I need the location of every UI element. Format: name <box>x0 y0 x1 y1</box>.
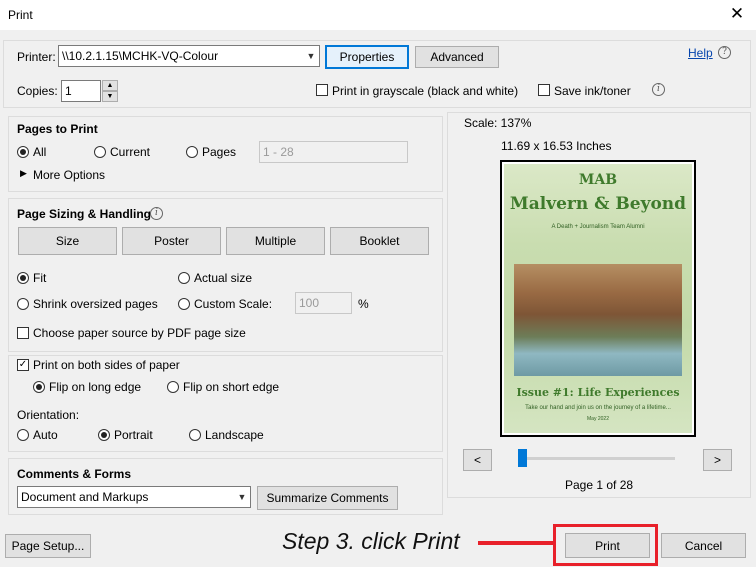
title-bar <box>0 0 756 30</box>
window-title: Print <box>8 8 33 22</box>
size-button[interactable]: Size <box>18 227 117 255</box>
page-indicator: Page 1 of 28 <box>565 478 634 492</box>
all-pages-label: All <box>33 145 47 159</box>
pages-range-input[interactable]: 1 - 28 <box>259 141 408 163</box>
actual-size-label: Actual size <box>194 271 253 285</box>
annotation-arrow-line <box>478 541 554 545</box>
cover-issue: Issue #1: Life Experiences <box>516 386 680 399</box>
comments-forms-heading: Comments & Forms <box>17 467 132 481</box>
step-annotation-text: Step 3. click Print <box>282 528 460 554</box>
flip-short-edge-label: Flip on short edge <box>183 380 280 394</box>
orientation-landscape-label: Landscape <box>205 428 264 442</box>
booklet-button[interactable]: Booklet <box>330 227 429 255</box>
actual-size-radio[interactable] <box>178 272 190 284</box>
properties-button[interactable]: Properties <box>325 45 409 69</box>
pages-range-label: Pages <box>202 145 237 159</box>
copies-label: Copies: <box>17 84 58 98</box>
pages-to-print-heading: Pages to Print <box>17 122 98 136</box>
orientation-label: Orientation: <box>17 408 80 422</box>
flip-long-edge-label: Flip on long edge <box>49 380 142 394</box>
copies-stepper-down[interactable]: ▼ <box>102 91 118 102</box>
custom-scale-label: Custom Scale: <box>194 297 273 311</box>
help-link[interactable]: Help <box>688 46 713 60</box>
chevron-down-icon: ▼ <box>237 492 247 502</box>
percent-label: % <box>358 297 369 311</box>
orientation-auto-radio[interactable] <box>17 429 29 441</box>
orientation-portrait-radio[interactable] <box>98 429 110 441</box>
fit-label: Fit <box>33 271 47 285</box>
orientation-portrait-label: Portrait <box>114 428 153 442</box>
save-ink-label: Save ink/toner <box>554 84 631 98</box>
page-slider-thumb[interactable] <box>518 449 527 467</box>
both-sides-label: Print on both sides of paper <box>33 358 180 372</box>
cover-subtitle: A Death + Journalism Team Alumni <box>551 224 645 230</box>
custom-scale-input[interactable]: 100 <box>295 292 352 314</box>
orientation-auto-label: Auto <box>33 428 58 442</box>
all-pages-radio[interactable] <box>17 146 29 158</box>
current-page-radio[interactable] <box>94 146 106 158</box>
cover-date: May 2022 <box>587 416 609 422</box>
summarize-comments-button[interactable]: Summarize Comments <box>257 486 398 510</box>
pages-range-radio[interactable] <box>186 146 198 158</box>
paper-source-label: Choose paper source by PDF page size <box>33 326 246 340</box>
comments-forms-value: Document and Markups <box>21 490 149 504</box>
copies-stepper-up[interactable]: ▲ <box>102 80 118 91</box>
cover-tagline: Take our hand and join us on the journey… <box>525 405 671 411</box>
prev-page-button[interactable]: < <box>463 449 492 471</box>
poster-button[interactable]: Poster <box>122 227 221 255</box>
canyon-photo <box>514 264 682 376</box>
cover-title: Malvern & Beyond <box>509 194 687 214</box>
orientation-landscape-radio[interactable] <box>189 429 201 441</box>
flip-long-edge-radio[interactable] <box>33 381 45 393</box>
page-dimensions: 11.69 x 16.53 Inches <box>501 139 612 153</box>
next-page-button[interactable]: > <box>703 449 732 471</box>
copies-input[interactable]: 1 <box>61 80 101 102</box>
sizing-info-icon[interactable]: i <box>150 207 163 220</box>
page-sizing-heading: Page Sizing & Handling <box>17 207 152 221</box>
more-options-toggle[interactable]: More Options <box>33 168 105 182</box>
shrink-oversized-radio[interactable] <box>17 298 29 310</box>
cover-mab: MAB <box>578 172 618 188</box>
current-page-label: Current <box>110 145 151 159</box>
grayscale-label: Print in grayscale (black and white) <box>332 84 519 98</box>
close-icon[interactable]: ✕ <box>726 4 748 24</box>
page-preview: MAB Malvern & Beyond A Death + Journalis… <box>500 160 696 437</box>
flip-short-edge-radio[interactable] <box>167 381 179 393</box>
grayscale-checkbox[interactable] <box>316 84 328 96</box>
help-icon[interactable]: ? <box>718 46 731 59</box>
cancel-button[interactable]: Cancel <box>661 533 746 558</box>
both-sides-checkbox[interactable]: ✓ <box>17 359 29 371</box>
printer-value: \\10.2.1.15\MCHK-VQ-Colour <box>62 49 219 63</box>
comments-forms-select[interactable]: Document and Markups ▼ <box>17 486 251 508</box>
shrink-oversized-label: Shrink oversized pages <box>33 297 158 311</box>
cover-page: MAB Malvern & Beyond A Death + Journalis… <box>504 164 692 433</box>
info-icon[interactable]: i <box>652 83 665 96</box>
custom-scale-radio[interactable] <box>178 298 190 310</box>
printer-select[interactable]: \\10.2.1.15\MCHK-VQ-Colour ▼ <box>58 45 320 67</box>
paper-source-checkbox[interactable] <box>17 327 29 339</box>
multiple-button[interactable]: Multiple <box>226 227 325 255</box>
advanced-button[interactable]: Advanced <box>415 46 499 68</box>
chevron-down-icon: ▼ <box>306 51 316 61</box>
annotation-highlight-box <box>553 524 658 566</box>
page-slider-track[interactable] <box>520 457 675 460</box>
printer-label: Printer: <box>17 50 56 64</box>
more-options-arrow-icon[interactable]: ▶ <box>20 168 27 179</box>
fit-radio[interactable] <box>17 272 29 284</box>
save-ink-checkbox[interactable] <box>538 84 550 96</box>
page-setup-button[interactable]: Page Setup... <box>5 534 91 558</box>
scale-label: Scale: 137% <box>464 116 532 130</box>
